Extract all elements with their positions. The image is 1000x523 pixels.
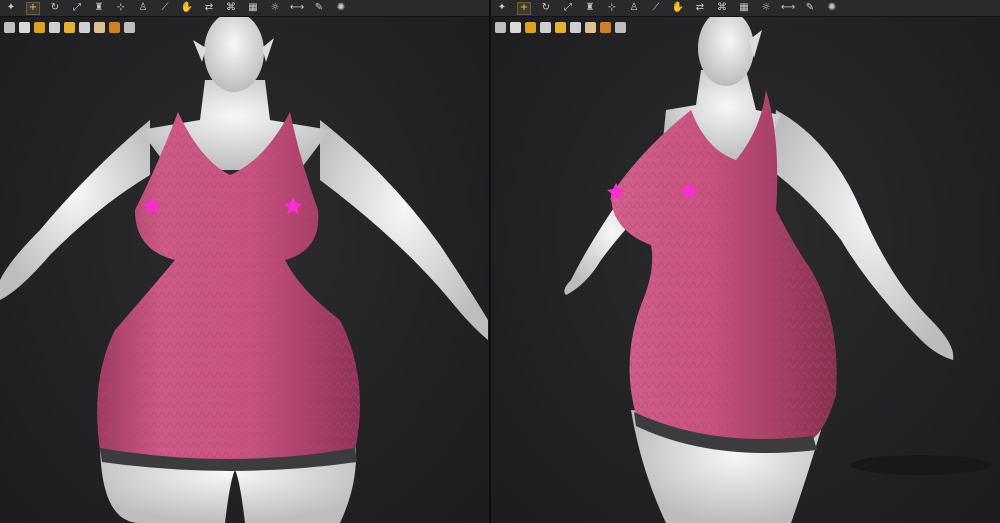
folder-icon[interactable] bbox=[555, 22, 566, 33]
rotate-icon[interactable]: ↻ bbox=[48, 2, 62, 15]
camera-icon[interactable] bbox=[79, 22, 90, 33]
cloth-icon[interactable] bbox=[510, 22, 521, 33]
ear-left bbox=[193, 40, 206, 62]
face-icon[interactable] bbox=[94, 22, 105, 33]
measure-icon[interactable]: ⟷ bbox=[290, 2, 304, 15]
grab-icon[interactable]: ✋ bbox=[671, 2, 685, 15]
transfer-icon[interactable]: ⇄ bbox=[202, 2, 216, 15]
3d-scene-three-quarter[interactable] bbox=[491, 0, 1000, 523]
scale-icon[interactable]: ⤢ bbox=[70, 2, 84, 15]
bulb-icon[interactable] bbox=[600, 22, 611, 33]
node-icon[interactable]: ⊹ bbox=[605, 2, 619, 15]
geometry-icon[interactable]: ▦ bbox=[737, 2, 751, 15]
bone-icon[interactable] bbox=[495, 22, 506, 33]
head bbox=[698, 10, 754, 86]
move-icon[interactable]: + bbox=[517, 1, 531, 15]
scale-icon[interactable]: ⤢ bbox=[561, 2, 575, 15]
puzzle-icon[interactable] bbox=[34, 22, 45, 33]
folder-icon[interactable] bbox=[64, 22, 75, 33]
region-icon[interactable]: ⌘ bbox=[224, 2, 238, 15]
figure-icon[interactable] bbox=[49, 22, 60, 33]
shirt-icon[interactable]: ♜ bbox=[92, 2, 106, 15]
right-arm bbox=[320, 120, 488, 340]
joint-icon[interactable]: ⟋ bbox=[158, 2, 172, 15]
viewport-iconbar-left bbox=[4, 22, 135, 33]
viewport-toolbar-right: ✦ + ↻ ⤢ ♜ ⊹ ♙ ⟋ ✋ ⇄ ⌘ ▦ ☼ ⟷ ✎ ✺ bbox=[491, 0, 1000, 17]
cloth-icon[interactable] bbox=[19, 22, 30, 33]
viewport-iconbar-right bbox=[495, 22, 626, 33]
move-icon[interactable]: + bbox=[26, 1, 40, 15]
viewport-toolbar-left: ✦ + ↻ ⤢ ♜ ⊹ ♙ ⟋ ✋ ⇄ ⌘ ▦ ☼ ⟷ ✎ ✺ bbox=[0, 0, 489, 17]
region-icon[interactable]: ⌘ bbox=[715, 2, 729, 15]
geometry-icon[interactable]: ▦ bbox=[246, 2, 260, 15]
face-icon[interactable] bbox=[585, 22, 596, 33]
export-icon[interactable] bbox=[615, 22, 626, 33]
camera-icon[interactable] bbox=[570, 22, 581, 33]
transfer-icon[interactable]: ⇄ bbox=[693, 2, 707, 15]
bulb-icon[interactable] bbox=[109, 22, 120, 33]
puzzle-icon[interactable] bbox=[525, 22, 536, 33]
edit-icon[interactable]: ✎ bbox=[803, 2, 817, 15]
magic-icon[interactable]: ✺ bbox=[334, 2, 348, 15]
pin-icon[interactable]: ✦ bbox=[4, 2, 18, 15]
shirt-icon[interactable]: ♜ bbox=[583, 2, 597, 15]
viewport-right[interactable]: ✦ + ↻ ⤢ ♜ ⊹ ♙ ⟋ ✋ ⇄ ⌘ ▦ ☼ ⟷ ✎ ✺ bbox=[491, 0, 1000, 523]
node-icon[interactable]: ⊹ bbox=[114, 2, 128, 15]
3d-scene-front[interactable] bbox=[0, 0, 489, 523]
left-arm bbox=[0, 120, 150, 300]
magic-icon[interactable]: ✺ bbox=[825, 2, 839, 15]
pose-icon[interactable]: ♙ bbox=[627, 2, 641, 15]
spotlight-icon[interactable]: ☼ bbox=[268, 2, 282, 15]
export-icon[interactable] bbox=[124, 22, 135, 33]
figure-icon[interactable] bbox=[540, 22, 551, 33]
bone-icon[interactable] bbox=[4, 22, 15, 33]
pose-icon[interactable]: ♙ bbox=[136, 2, 150, 15]
edit-icon[interactable]: ✎ bbox=[312, 2, 326, 15]
measure-icon[interactable]: ⟷ bbox=[781, 2, 795, 15]
floor-shadow bbox=[851, 455, 991, 475]
pin-icon[interactable]: ✦ bbox=[495, 2, 509, 15]
grab-icon[interactable]: ✋ bbox=[180, 2, 194, 15]
app: ✦ + ↻ ⤢ ♜ ⊹ ♙ ⟋ ✋ ⇄ ⌘ ▦ ☼ ⟷ ✎ ✺ ✦ + ↻ ⤢ … bbox=[0, 0, 1000, 523]
head bbox=[204, 12, 264, 92]
viewport-left[interactable]: ✦ + ↻ ⤢ ♜ ⊹ ♙ ⟋ ✋ ⇄ ⌘ ▦ ☼ ⟷ ✎ ✺ bbox=[0, 0, 489, 523]
ear-right bbox=[262, 38, 274, 62]
joint-icon[interactable]: ⟋ bbox=[649, 2, 663, 15]
spotlight-icon[interactable]: ☼ bbox=[759, 2, 773, 15]
rotate-icon[interactable]: ↻ bbox=[539, 2, 553, 15]
